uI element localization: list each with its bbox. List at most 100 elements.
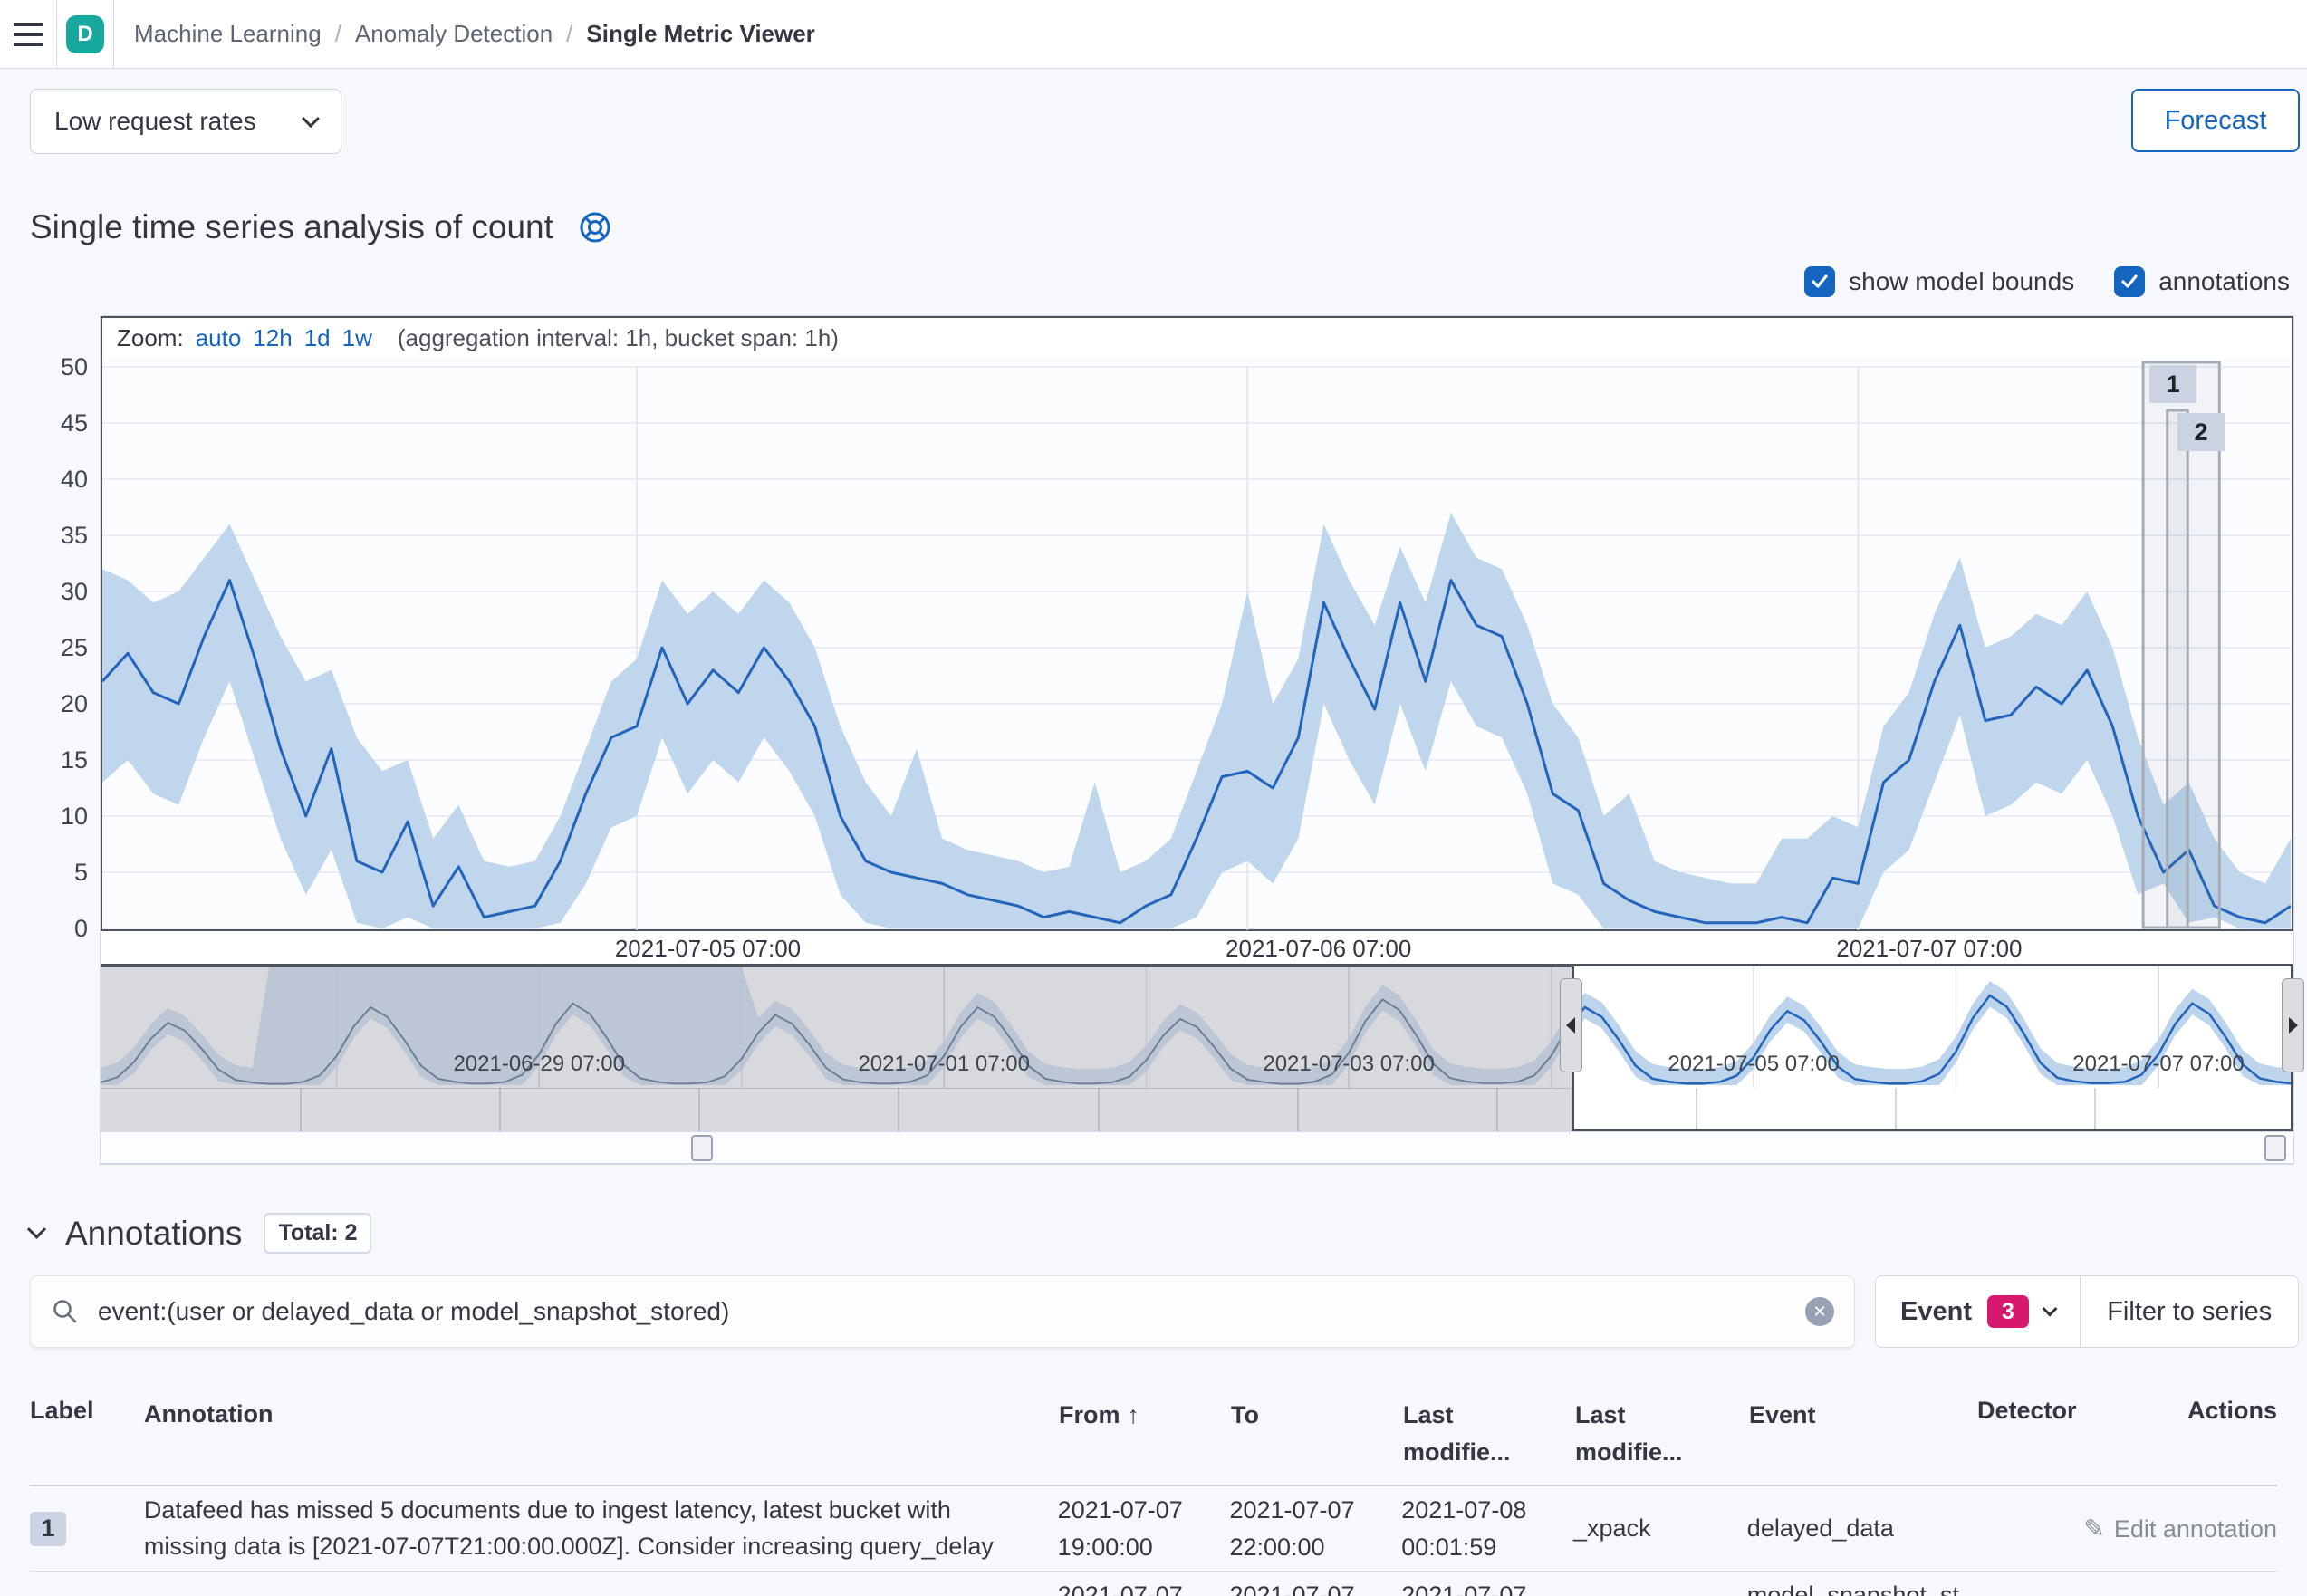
swimlane-cell-divider	[1496, 1088, 1498, 1131]
breadcrumb-separator: /	[566, 20, 572, 48]
navigator-tick-label: 2021-07-07 07:00	[2072, 1052, 2245, 1076]
help-ring-icon[interactable]	[577, 209, 613, 245]
x-axis-labels: 2021-07-05 07:002021-07-06 07:002021-07-…	[101, 931, 2293, 964]
y-axis-tick-label: 25	[30, 634, 88, 662]
annotations-checkbox-label: annotations	[2158, 267, 2290, 296]
forecast-button[interactable]: Forecast	[2131, 89, 2300, 152]
navigator-tick-label: 2021-07-03 07:00	[1263, 1052, 1435, 1076]
page-title: Single time series analysis of count	[30, 208, 553, 246]
annotation-marker-label: 2	[2194, 418, 2207, 446]
swimlane-cell-divider	[898, 1088, 899, 1131]
swimlane-cell-divider	[1098, 1088, 1100, 1131]
breadcrumb-anomaly-detection[interactable]: Anomaly Detection	[355, 20, 553, 48]
swimlane-masked-region	[101, 1088, 1572, 1131]
swimlane-cell-divider	[1696, 1088, 1697, 1131]
navigator-chart[interactable]: 2021-06-29 07:00 2021-07-01 07:00 2021-07-…	[101, 964, 2293, 1088]
chevron-down-icon	[2042, 1302, 2057, 1317]
space-switcher[interactable]: D	[57, 0, 114, 68]
navigator-scrollbar	[101, 1131, 2293, 1164]
column-header-last-modifie-[interactable]: Last modifie...	[1575, 1397, 1749, 1470]
total-count-badge: Total: 2	[264, 1213, 371, 1254]
swimlane-cell-divider	[2094, 1088, 2096, 1131]
chevron-down-icon	[302, 110, 320, 128]
main-chart-svg: 12	[102, 358, 2291, 930]
y-axis-tick-label: 35	[30, 522, 88, 550]
pencil-icon: ✎	[2083, 1514, 2104, 1543]
breadcrumb: Machine Learning / Anomaly Detection / S…	[114, 0, 815, 68]
navigator-tick-label: 2021-06-29 07:00	[453, 1052, 625, 1076]
edit-annotation-button[interactable]: ✎Edit annotation	[2083, 1515, 2277, 1543]
space-avatar: D	[66, 15, 104, 53]
sort-ascending-icon: ↑	[1128, 1401, 1140, 1428]
zoom-link-1d[interactable]: 1d	[304, 324, 331, 352]
annotations-section-title: Annotations	[65, 1215, 242, 1253]
y-axis-tick-label: 45	[30, 409, 88, 437]
swimlane-cell-divider	[300, 1088, 302, 1131]
column-header-event[interactable]: Event	[1749, 1397, 1977, 1470]
job-selector-label: Low request rates	[54, 107, 256, 136]
annotations-swimlane	[101, 1088, 2293, 1131]
event-count-badge: 3	[1987, 1295, 2029, 1328]
event-value: model_snapshot_stored	[1747, 1577, 1975, 1596]
main-time-series-plot[interactable]: 12	[102, 358, 2292, 928]
event-filter-label: Event	[1900, 1297, 1972, 1327]
column-header-detector[interactable]: Detector	[1977, 1397, 2086, 1470]
annotations-checkbox[interactable]: annotations	[2114, 266, 2290, 297]
filter-controls-group: Event 3 Filter to series	[1875, 1275, 2299, 1348]
row-label-badge: 1	[30, 1512, 66, 1546]
top-navigation-bar: D Machine Learning / Anomaly Detection /…	[0, 0, 2307, 69]
column-header-actions[interactable]: Actions	[2086, 1397, 2277, 1470]
selection-right-handle[interactable]	[2282, 978, 2304, 1072]
to-value: 2021-07-07 20:00:00	[1229, 1577, 1401, 1596]
menu-button[interactable]	[0, 0, 57, 68]
annotations-search-box: ✕	[30, 1275, 1855, 1348]
annotations-table: LabelAnnotationFrom↑ToLast modifie...Las…	[30, 1388, 2277, 1596]
zoom-controls: Zoom: auto 12h 1d 1w (aggregation interv…	[102, 318, 2292, 358]
aggregation-info: (aggregation interval: 1h, bucket span: …	[398, 324, 839, 352]
context-navigator: 2021-06-29 07:00 2021-07-01 07:00 2021-07-…	[101, 964, 2293, 1131]
swimlane-cell-divider	[1895, 1088, 1897, 1131]
swimlane-cell-divider	[698, 1088, 700, 1131]
column-header-last-modifie-[interactable]: Last modifie...	[1403, 1397, 1575, 1470]
navigator-tick-label: 2021-07-01 07:00	[858, 1052, 1030, 1076]
y-axis-tick-label: 30	[30, 578, 88, 606]
from-value: 2021-07-07 19:00:00	[1058, 1492, 1230, 1565]
clear-search-button[interactable]: ✕	[1805, 1297, 1834, 1326]
swimlane-cell-divider	[499, 1088, 501, 1131]
last-modified-value: 2021-07-07 23:20:08	[1401, 1577, 1573, 1596]
y-axis-tick-label: 10	[30, 803, 88, 831]
swimlane-selected-region	[1572, 1088, 2293, 1131]
job-selector-dropdown[interactable]: Low request rates	[30, 89, 341, 154]
last-modified-value: 2021-07-08 00:01:59	[1401, 1492, 1573, 1565]
x-axis-tick-label: 2021-07-06 07:00	[1219, 935, 1418, 963]
column-header-to[interactable]: To	[1231, 1397, 1403, 1470]
filter-to-series-button[interactable]: Filter to series	[2081, 1276, 2298, 1347]
y-axis-tick-label: 0	[30, 915, 88, 943]
zoom-link-auto[interactable]: auto	[196, 324, 242, 352]
event-value: delayed_data	[1747, 1510, 1975, 1547]
annotation-table-row: 2Job model snapshot with id [1625700007]…	[30, 1572, 2277, 1596]
zoom-link-1w[interactable]: 1w	[342, 324, 372, 352]
search-icon	[51, 1297, 80, 1326]
x-axis-tick-label: 2021-07-07 07:00	[1830, 935, 2029, 963]
column-header-annotation[interactable]: Annotation	[144, 1397, 1059, 1470]
column-header-from[interactable]: From↑	[1059, 1397, 1231, 1470]
collapse-chevron-icon[interactable]	[27, 1220, 46, 1239]
scrollbar-thumb[interactable]	[691, 1135, 713, 1161]
breadcrumb-machine-learning[interactable]: Machine Learning	[134, 20, 322, 48]
selection-left-handle[interactable]	[1560, 978, 1582, 1072]
time-series-chart-area: 05101520253035404550 Zoom: auto 12h 1d 1…	[30, 316, 2277, 1164]
column-header-label[interactable]: Label	[30, 1397, 144, 1470]
zoom-link-12h[interactable]: 12h	[253, 324, 292, 352]
annotation-marker-label: 1	[2167, 370, 2180, 398]
scrollbar-thumb[interactable]	[2264, 1135, 2286, 1161]
y-axis-tick-label: 15	[30, 746, 88, 774]
event-filter-dropdown[interactable]: Event 3	[1876, 1276, 2080, 1347]
annotation-marker-region[interactable]	[2168, 410, 2188, 928]
show-model-bounds-checkbox[interactable]: show model bounds	[1804, 266, 2074, 297]
search-input[interactable]	[98, 1297, 1787, 1326]
last-modifier-value: _xpack	[1573, 1510, 1747, 1547]
y-axis-tick-label: 40	[30, 466, 88, 494]
triangle-left-icon	[1566, 1017, 1575, 1034]
zoom-label: Zoom:	[117, 324, 184, 352]
